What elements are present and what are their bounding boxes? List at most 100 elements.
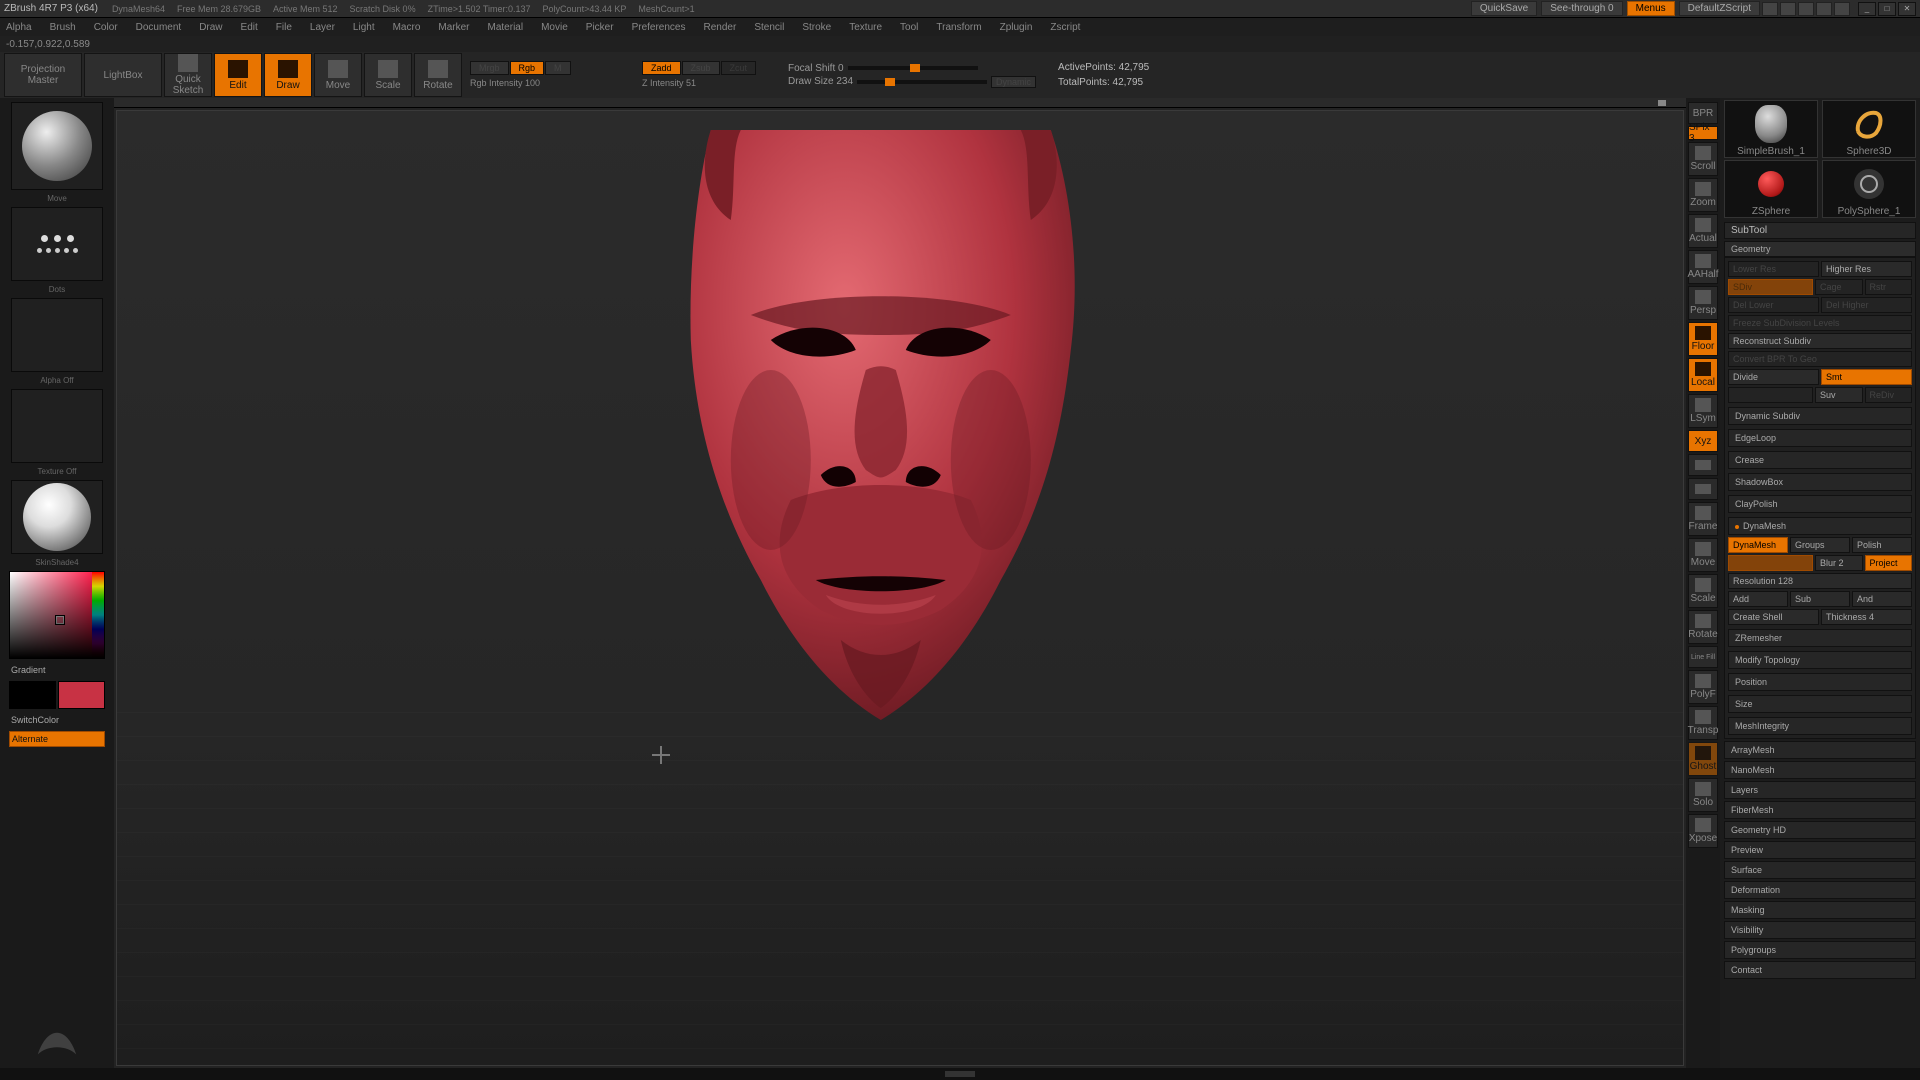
projection-master-button[interactable]: Projection Master — [4, 53, 82, 97]
create-shell-button[interactable]: Create Shell — [1728, 609, 1819, 625]
focal-shift-slider[interactable] — [848, 66, 978, 70]
layout-icon-4[interactable] — [1816, 2, 1832, 16]
del-lower-button[interactable]: Del Lower — [1728, 297, 1819, 313]
focal-shift-label[interactable]: Focal Shift 0 — [788, 63, 844, 74]
frame-button[interactable]: Frame — [1688, 502, 1718, 536]
tool-thumb-1[interactable]: Sphere3D — [1822, 100, 1916, 158]
alpha-slot[interactable] — [11, 298, 103, 372]
quicksave-button[interactable]: QuickSave — [1471, 1, 1537, 16]
menu-edit[interactable]: Edit — [241, 22, 258, 33]
surface-section[interactable]: Surface — [1724, 861, 1916, 879]
seethrough-slider[interactable]: See-through 0 — [1541, 1, 1622, 16]
cage-button[interactable]: Cage — [1815, 279, 1863, 295]
menu-document[interactable]: Document — [136, 22, 182, 33]
dynamesh-section[interactable]: DynaMesh — [1728, 517, 1912, 535]
nav-rotate-button[interactable]: Rotate — [1688, 610, 1718, 644]
suv-toggle[interactable]: Suv — [1815, 387, 1863, 403]
hue-bar[interactable] — [92, 572, 104, 658]
draw-mode-button[interactable]: Draw — [264, 53, 312, 97]
preview-section[interactable]: Preview — [1724, 841, 1916, 859]
menu-draw[interactable]: Draw — [199, 22, 222, 33]
move-mode-button[interactable]: Move — [314, 53, 362, 97]
layers-section[interactable]: Layers — [1724, 781, 1916, 799]
gradient-toggle[interactable]: Gradient — [9, 663, 105, 677]
alternate-button[interactable]: Alternate — [9, 731, 105, 747]
menu-stencil[interactable]: Stencil — [754, 22, 784, 33]
sculpt-mesh[interactable] — [641, 130, 1121, 750]
timeline[interactable] — [114, 98, 1686, 108]
menu-marker[interactable]: Marker — [438, 22, 469, 33]
layout-icon-2[interactable] — [1780, 2, 1796, 16]
rot-y-button[interactable] — [1688, 454, 1718, 476]
xpose-button[interactable]: Xpose — [1688, 814, 1718, 848]
subtool-panel-header[interactable]: SubTool — [1724, 222, 1916, 239]
rgb-button[interactable]: Rgb — [510, 61, 545, 75]
xyz-button[interactable]: Xyz — [1688, 430, 1718, 452]
thickness-slider[interactable]: Thickness 4 — [1821, 609, 1912, 625]
secondary-color-swatch[interactable] — [9, 681, 56, 709]
zoom-button[interactable]: Zoom — [1688, 178, 1718, 212]
menu-material[interactable]: Material — [488, 22, 524, 33]
contact-section[interactable]: Contact — [1724, 961, 1916, 979]
polygroups-section[interactable]: Polygroups — [1724, 941, 1916, 959]
nav-scale-button[interactable]: Scale — [1688, 574, 1718, 608]
menu-zscript[interactable]: Zscript — [1050, 22, 1080, 33]
bpr-button[interactable]: BPR — [1688, 102, 1718, 124]
resize-grip-icon[interactable] — [945, 1071, 975, 1077]
crease-section[interactable]: Crease — [1728, 451, 1912, 469]
close-button[interactable]: ✕ — [1898, 2, 1916, 16]
scale-mode-button[interactable]: Scale — [364, 53, 412, 97]
draw-size-slider[interactable] — [857, 80, 987, 84]
rot-z-button[interactable] — [1688, 478, 1718, 500]
spix-slider[interactable]: SPix 3 — [1688, 126, 1718, 140]
zadd-button[interactable]: Zadd — [642, 61, 681, 75]
nanomesh-section[interactable]: NanoMesh — [1724, 761, 1916, 779]
sub-button[interactable]: Sub — [1790, 591, 1850, 607]
resolution-slider[interactable]: Resolution 128 — [1728, 573, 1912, 589]
scroll-button[interactable]: Scroll — [1688, 142, 1718, 176]
tool-thumb-3[interactable]: PolySphere_1 — [1822, 160, 1916, 218]
edit-mode-button[interactable]: Edit — [214, 53, 262, 97]
transp-button[interactable]: Transp — [1688, 706, 1718, 740]
sdiv-slider[interactable]: SDiv — [1728, 279, 1813, 295]
solo-button[interactable]: Solo — [1688, 778, 1718, 812]
deformation-section[interactable]: Deformation — [1724, 881, 1916, 899]
menu-light[interactable]: Light — [353, 22, 375, 33]
m-button[interactable]: M — [545, 61, 571, 75]
rgb-intensity-slider[interactable]: Rgb Intensity 100 — [470, 76, 600, 90]
shadowbox-section[interactable]: ShadowBox — [1728, 473, 1912, 491]
menu-zplugin[interactable]: Zplugin — [1000, 22, 1033, 33]
rediv-button[interactable]: ReDiv — [1865, 387, 1913, 403]
quicksketch-button[interactable]: Quick Sketch — [164, 53, 212, 97]
menu-brush[interactable]: Brush — [50, 22, 76, 33]
zremesher-section[interactable]: ZRemesher — [1728, 629, 1912, 647]
layout-icon-5[interactable] — [1834, 2, 1850, 16]
rotate-mode-button[interactable]: Rotate — [414, 53, 462, 97]
menu-transform[interactable]: Transform — [936, 22, 981, 33]
ghost-button[interactable]: Ghost — [1688, 742, 1718, 776]
primary-color-swatch[interactable] — [58, 681, 105, 709]
color-picker[interactable] — [9, 571, 105, 659]
menus-toggle[interactable]: Menus — [1627, 1, 1675, 16]
geometryhd-section[interactable]: Geometry HD — [1724, 821, 1916, 839]
dynamesh-button[interactable]: DynaMesh — [1728, 537, 1788, 553]
z-intensity-slider[interactable]: Z Intensity 51 — [642, 76, 772, 90]
actual-button[interactable]: Actual — [1688, 214, 1718, 248]
edgeloop-section[interactable]: EdgeLoop — [1728, 429, 1912, 447]
size-section[interactable]: Size — [1728, 695, 1912, 713]
maximize-button[interactable]: □ — [1878, 2, 1896, 16]
draw-size-label[interactable]: Draw Size 234 — [788, 76, 853, 87]
dynamic-toggle[interactable]: Dynamic — [991, 76, 1036, 88]
menu-texture[interactable]: Texture — [849, 22, 882, 33]
brush-slot[interactable] — [11, 102, 103, 190]
del-higher-button[interactable]: Del Higher — [1821, 297, 1912, 313]
convert-bpr-button[interactable]: Convert BPR To Geo — [1728, 351, 1912, 367]
menu-stroke[interactable]: Stroke — [802, 22, 831, 33]
dynamesh-button-2[interactable] — [1728, 555, 1813, 571]
groups-toggle[interactable]: Groups — [1790, 537, 1850, 553]
color-selector[interactable] — [56, 616, 64, 624]
zcut-button[interactable]: Zcut — [721, 61, 757, 75]
nav-move-button[interactable]: Move — [1688, 538, 1718, 572]
local-button[interactable]: Local — [1688, 358, 1718, 392]
claypolish-section[interactable]: ClayPolish — [1728, 495, 1912, 513]
